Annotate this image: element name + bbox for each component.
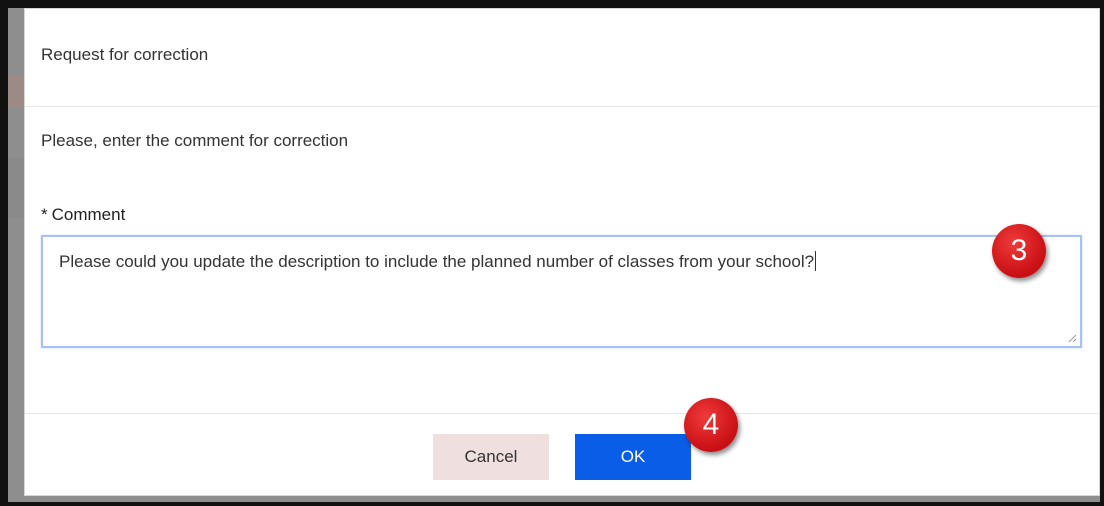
comment-label-text: Comment bbox=[51, 205, 126, 224]
ok-button[interactable]: OK bbox=[575, 434, 691, 480]
background-strip bbox=[8, 158, 24, 218]
cancel-button[interactable]: Cancel bbox=[433, 434, 549, 480]
comment-textarea[interactable]: Please could you update the description … bbox=[41, 235, 1082, 348]
required-marker: * bbox=[41, 205, 48, 224]
background-strip bbox=[8, 76, 24, 108]
dialog-footer: Cancel OK bbox=[25, 414, 1099, 495]
comment-value: Please could you update the description … bbox=[59, 252, 815, 271]
comment-text: Please could you update the description … bbox=[59, 251, 817, 272]
step-4-marker: 4 bbox=[684, 398, 738, 452]
text-caret bbox=[815, 251, 817, 271]
dialog-title: Request for correction bbox=[41, 45, 209, 64]
request-correction-dialog: Request for correction Please, enter the… bbox=[24, 8, 1100, 496]
dialog-header: Request for correction bbox=[25, 9, 1099, 107]
resize-handle-icon[interactable] bbox=[1067, 333, 1077, 343]
step-3-marker: 3 bbox=[992, 224, 1046, 278]
dialog-body: Please, enter the comment for correction… bbox=[25, 107, 1099, 414]
comment-label: * Comment bbox=[41, 205, 125, 225]
dialog-prompt: Please, enter the comment for correction bbox=[41, 131, 349, 150]
